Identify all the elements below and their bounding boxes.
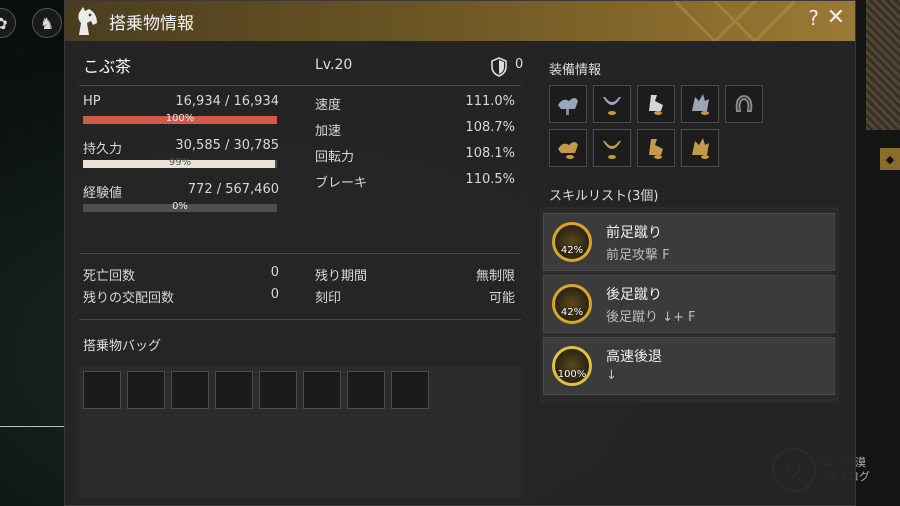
exp-bar: 0% — [83, 201, 277, 212]
speed-label: 速度 — [315, 98, 342, 113]
death-count-value: 0 — [270, 265, 279, 280]
close-button[interactable]: ✕ — [827, 5, 845, 30]
death-count-label: 死亡回数 — [83, 269, 136, 284]
stamina-bar-percent: 99% — [168, 157, 192, 168]
time-left-value: 無制限 — [475, 269, 515, 284]
breed-left-value: 0 — [270, 287, 279, 302]
stirrup-slot[interactable] — [593, 85, 631, 123]
chanfron-slot[interactable] — [681, 129, 719, 167]
skill-command: ↓ — [606, 368, 617, 383]
barding-icon — [649, 139, 663, 159]
defense-shield-icon — [491, 57, 507, 77]
mount-info-window: 搭乗物情報 ? ✕ こぶ茶 Lv.20 0 HP 16,934 / 16,934… — [64, 0, 856, 506]
kick-skill-icon: 42% — [552, 222, 592, 262]
bag-slot[interactable] — [347, 371, 385, 409]
back-kick-skill-icon: 42% — [552, 284, 592, 324]
turning-value: 108.1% — [465, 146, 515, 161]
divider — [79, 85, 521, 86]
paw-icon[interactable]: ✿ — [0, 8, 16, 38]
speed-value: 111.0% — [465, 94, 515, 109]
acceleration-label: 加速 — [315, 124, 342, 139]
stirrup-slot[interactable] — [593, 129, 631, 167]
bag-slot[interactable] — [171, 371, 209, 409]
help-button[interactable]: ? — [808, 6, 819, 30]
skill-command: 後足蹴り ↓+ F — [606, 310, 696, 325]
stirrup-icon — [603, 141, 621, 159]
bag-slot[interactable] — [127, 371, 165, 409]
skill-percent: 100% — [557, 369, 587, 380]
horseshoe-slot[interactable] — [725, 85, 763, 123]
horse-head-icon — [78, 7, 97, 35]
hp-label: HP — [83, 94, 101, 109]
bag-slot[interactable] — [303, 371, 341, 409]
minimap[interactable] — [866, 0, 900, 130]
barding-icon — [649, 95, 663, 115]
hp-bar-percent: 100% — [165, 113, 195, 124]
skill-percent: 42% — [560, 245, 584, 256]
stamina-label: 持久力 — [83, 142, 123, 157]
skill-command: 前足攻撃 F — [606, 248, 670, 263]
mount-name: こぶ茶 — [83, 57, 132, 76]
brake-label: ブレーキ — [315, 176, 368, 191]
bag-title: 搭乗物バッグ — [83, 339, 162, 354]
chanfron-icon — [692, 138, 709, 159]
exp-label: 経験値 — [83, 186, 123, 201]
divider — [79, 253, 521, 254]
skill-card[interactable]: 42% 前足蹴り 前足攻撃 F — [543, 213, 835, 271]
equipment-title: 装備情報 — [549, 63, 602, 78]
saddle-icon — [558, 98, 578, 115]
exp-bar-percent: 0% — [172, 201, 188, 212]
bag-slot[interactable] — [83, 371, 121, 409]
defense-value: 0 — [515, 57, 524, 72]
saddle-slot[interactable] — [549, 129, 587, 167]
breed-left-label: 残りの交配回数 — [83, 291, 175, 306]
time-left-label: 残り期間 — [315, 269, 368, 284]
barding-slot[interactable] — [637, 129, 675, 167]
hp-value: 16,934 / 16,934 — [175, 94, 279, 109]
skill-name: 前足蹴り — [606, 225, 662, 241]
exp-value: 772 / 567,460 — [187, 182, 279, 197]
mount-level: Lv.20 — [315, 57, 353, 73]
bag-slot[interactable] — [259, 371, 297, 409]
fast-retreat-skill-icon: 100% — [552, 346, 592, 386]
background-line — [0, 426, 66, 427]
stamina-value: 30,585 / 30,785 — [175, 138, 279, 153]
horse-portrait-icon[interactable]: ♞ — [32, 8, 62, 38]
skill-name: 高速後退 — [606, 349, 662, 365]
divider — [79, 319, 521, 320]
stirrup-icon — [603, 97, 621, 115]
saddle-slot[interactable] — [549, 85, 587, 123]
skill-percent: 42% — [560, 307, 584, 318]
turning-label: 回転力 — [315, 150, 355, 165]
barding-slot[interactable] — [637, 85, 675, 123]
seal-value: 可能 — [488, 291, 515, 306]
brake-value: 110.5% — [465, 172, 515, 187]
bag-slot[interactable] — [215, 371, 253, 409]
background-hud: ✿ ♞ — [0, 0, 66, 50]
bag-slot[interactable] — [391, 371, 429, 409]
window-title: 搭乗物情報 — [109, 14, 194, 34]
horseshoe-icon — [735, 94, 753, 112]
skill-name: 後足蹴り — [606, 287, 662, 303]
skill-list-title: スキルリスト(3個) — [549, 189, 659, 204]
quest-tag-icon[interactable]: ◆ — [880, 148, 900, 170]
stamina-bar: 99% — [83, 157, 277, 168]
skill-card[interactable]: 100% 高速後退 ↓ — [543, 337, 835, 395]
hp-bar: 100% — [83, 113, 277, 124]
seal-label: 刻印 — [315, 291, 342, 306]
acceleration-value: 108.7% — [465, 120, 515, 135]
title-decoration — [675, 1, 795, 41]
saddle-icon — [558, 142, 578, 159]
title-bar[interactable]: 搭乗物情報 ? ✕ — [65, 1, 855, 41]
chanfron-icon — [692, 94, 709, 115]
chanfron-slot[interactable] — [681, 85, 719, 123]
skill-card[interactable]: 42% 後足蹴り 後足蹴り ↓+ F — [543, 275, 835, 333]
